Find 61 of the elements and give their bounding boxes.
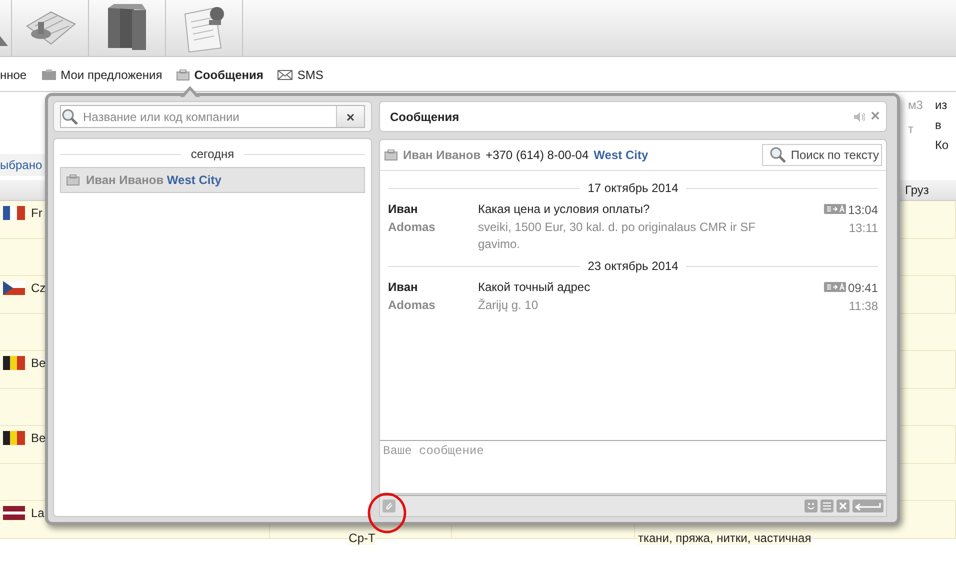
table-cell: Ср-Т: [348, 530, 376, 544]
message-text: Žarijų g. 10: [478, 297, 540, 314]
message-time: 09:41: [848, 282, 878, 294]
dialog-title: Сообщения: [390, 110, 460, 124]
list-icon[interactable]: [820, 499, 834, 513]
nav-tab[interactable]: SMS: [277, 68, 324, 82]
field-label: Ко: [934, 138, 949, 152]
clear-button[interactable]: ×: [336, 106, 364, 127]
date-divider: 17 октябрь 2014: [388, 177, 878, 199]
date-divider: 23 октябрь 2014: [388, 255, 878, 277]
nav-tab[interactable]: Сообщения: [176, 68, 264, 82]
contact-name: Иван Иванов: [403, 148, 481, 162]
messages-icon: [176, 68, 190, 80]
column-header: Груз: [904, 183, 930, 197]
field-label: в: [934, 118, 942, 132]
flag-icon: [3, 431, 25, 445]
message-time: 13:11: [848, 222, 878, 234]
close-icon[interactable]: [836, 499, 850, 513]
country-label: Be: [31, 356, 46, 370]
unit-label: т: [908, 122, 914, 136]
nav-tab[interactable]: нное: [0, 68, 27, 82]
search-field[interactable]: Название или код компании ×: [60, 105, 365, 128]
speaker-icon[interactable]: [852, 112, 865, 122]
message-icon: [66, 174, 80, 186]
search-icon: [61, 108, 79, 126]
country-label: Fr: [31, 206, 42, 220]
translate-icon: [824, 204, 846, 214]
contact-item[interactable]: Иван Иванов West City: [60, 167, 365, 193]
search-icon: [768, 146, 787, 164]
country-label: La: [31, 506, 44, 520]
message-text: Какой точный адрес: [478, 279, 592, 296]
smiley-icon[interactable]: [804, 499, 818, 513]
contact-phone: +370 (614) 8-00-04: [486, 148, 589, 162]
text-search-button[interactable]: Поиск по тексту: [762, 144, 882, 166]
message-icon: [384, 149, 398, 161]
envelope-icon: [277, 68, 294, 80]
message-sender: Иван: [388, 279, 419, 296]
annotation-circle: [367, 492, 407, 534]
triangle-icon[interactable]: [0, 36, 8, 46]
message-text: sveiki, 1500 Eur, 30 kal. d. po originalaus CMR ir SF gavimo.: [478, 219, 756, 253]
company-link[interactable]: West City: [594, 148, 648, 162]
flag-icon: [3, 206, 25, 220]
flag-icon: [3, 506, 25, 520]
message-sender: Adomas: [388, 219, 436, 236]
message-text: Какая цена и условия оплаты?: [478, 201, 651, 218]
translate-icon: [824, 282, 846, 292]
enter-icon[interactable]: [852, 499, 884, 513]
flag-icon: [3, 281, 25, 295]
group-label: сегодня: [60, 147, 365, 161]
country-label: Be: [31, 431, 46, 445]
message-sender: Иван: [388, 201, 419, 218]
message-time: 13:04: [848, 204, 878, 216]
folder-icon: [40, 68, 57, 80]
field-label: из: [934, 98, 948, 112]
paperclip-icon[interactable]: [382, 499, 396, 513]
nav-tab[interactable]: Мои предложения: [40, 68, 162, 82]
country-label: Cz: [31, 281, 46, 295]
message-time: 11:38: [848, 300, 878, 312]
message-sender: Adomas: [388, 297, 436, 314]
unit-label: м3: [908, 98, 923, 112]
flag-icon: [3, 356, 25, 370]
